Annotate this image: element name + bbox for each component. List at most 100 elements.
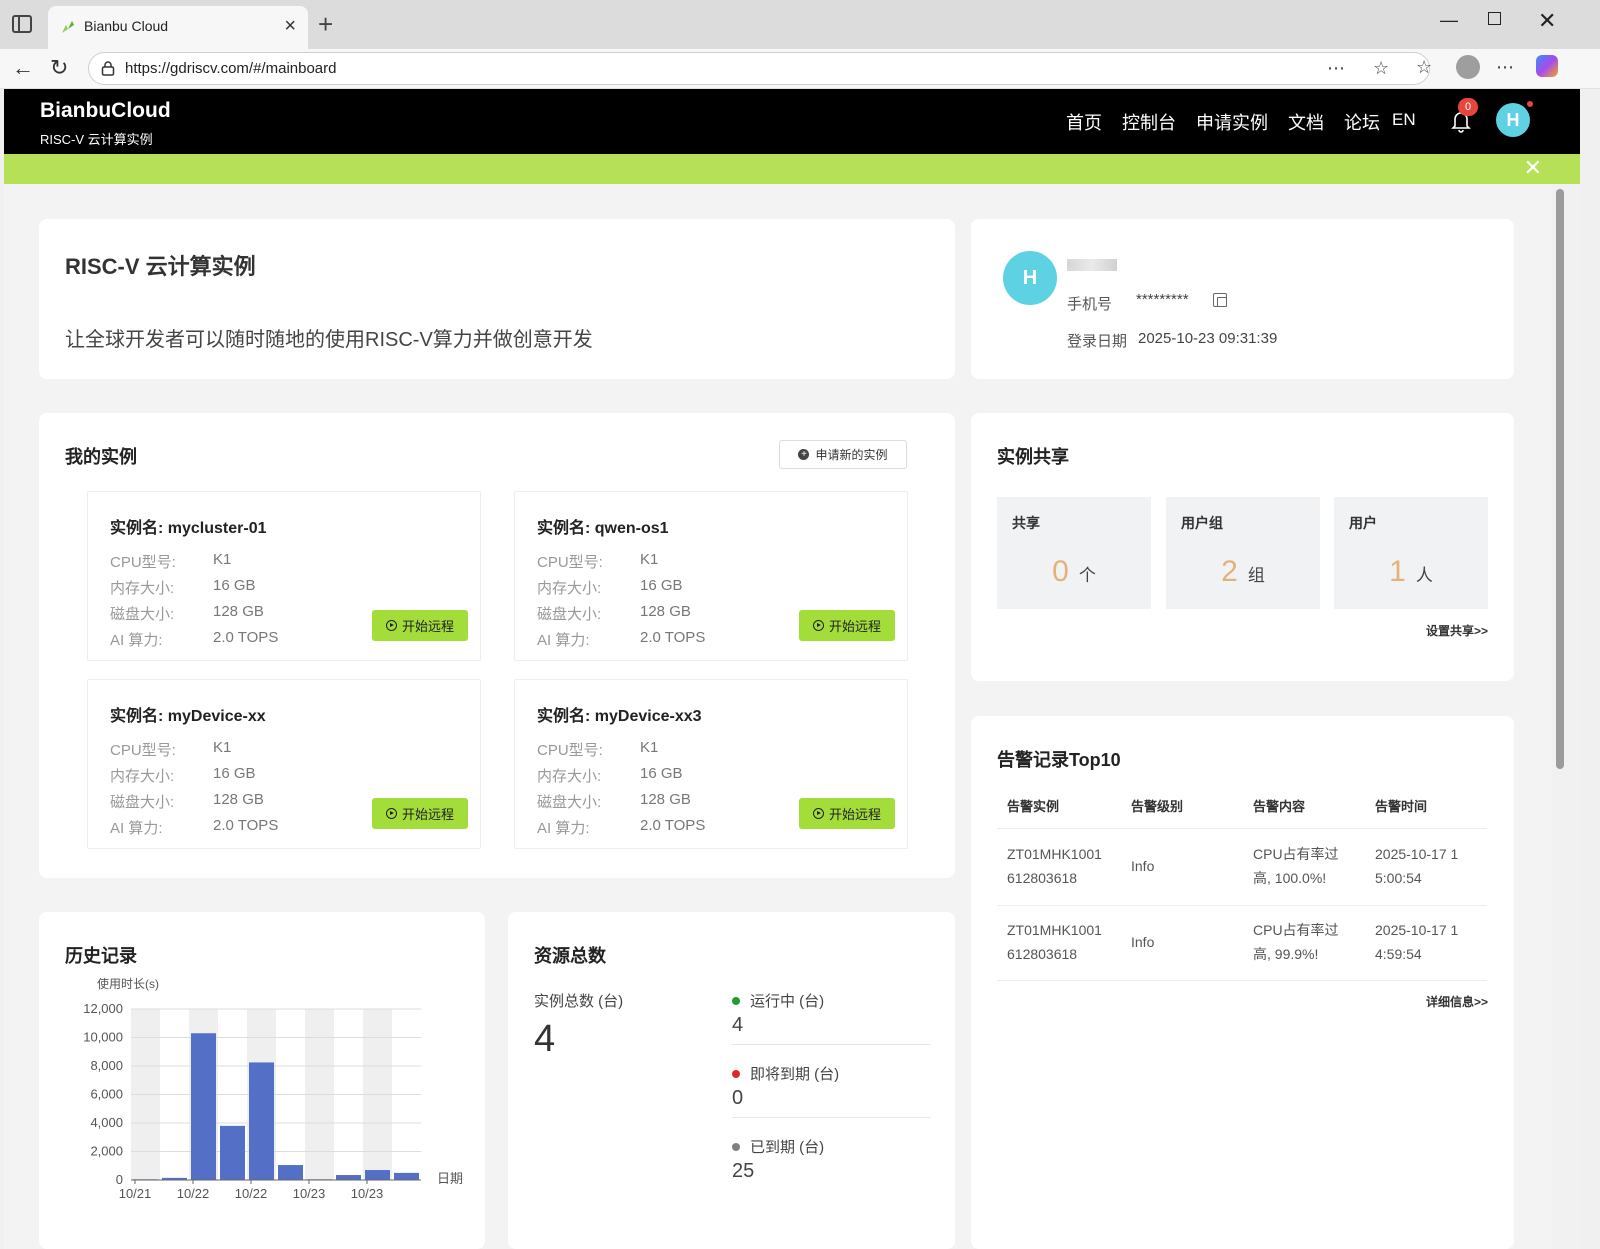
minimize-icon[interactable]: — xyxy=(1440,10,1458,31)
nav-home[interactable]: 首页 xyxy=(1066,109,1102,135)
alert-time-line: 4:59:54 xyxy=(1375,946,1422,962)
disk-label: 磁盘大小: xyxy=(537,606,602,623)
alert-details-link[interactable]: 详细信息>> xyxy=(1426,993,1488,1010)
browser-tab[interactable]: Bianbu Cloud × xyxy=(48,6,308,49)
url-field[interactable]: https://gdriscv.com/#/mainboard ⋯ ☆ xyxy=(88,52,1430,85)
alert-content-line: 高, 99.9%! xyxy=(1253,946,1319,962)
history-card: 历史记录 0 2,000 4,000 6,000 8,000 10,000 12,000 10… xyxy=(39,912,485,1249)
chart-bar xyxy=(220,1125,245,1180)
new-tab-icon[interactable]: + xyxy=(318,9,333,40)
tab-title: Bianbu Cloud xyxy=(84,18,169,34)
instance-card: 实例名: qwen-os1 CPU型号: K1 内存大小: 16 GB 磁盘大小… xyxy=(514,491,908,661)
y-tick-label: 0 xyxy=(116,1172,123,1187)
resource-divider xyxy=(732,1117,930,1118)
ai-power-value: 2.0 TOPS xyxy=(640,629,706,646)
reader-icon[interactable]: ⋯ xyxy=(1327,58,1345,79)
share-settings-link[interactable]: 设置共享>> xyxy=(1426,622,1488,639)
running-value: 4 xyxy=(732,1014,744,1036)
alert-instance-line: ZT01MHK1001 xyxy=(1007,922,1102,938)
page-scrollbar-thumb[interactable] xyxy=(1556,189,1564,769)
y-tick-label: 4,000 xyxy=(90,1115,123,1130)
start-remote-label: 开始远程 xyxy=(828,619,881,634)
banner-close-icon[interactable]: ✕ xyxy=(1524,155,1542,181)
user-group-label: 用户组 xyxy=(1181,515,1223,531)
running-label: 运行中 (台) xyxy=(750,993,825,1010)
user-count-value: 1 xyxy=(1389,555,1406,588)
intro-title: RISC-V 云计算实例 xyxy=(65,254,256,279)
chart-bar xyxy=(191,1033,216,1180)
instance-share-title: 实例共享 xyxy=(997,447,1069,467)
brand-logo[interactable]: BianbuCloud xyxy=(40,99,171,123)
site-viewport: BianbuCloud RISC-V 云计算实例 首页 控制台 申请实例 文档 … xyxy=(4,89,1580,1249)
chart-bar xyxy=(394,1172,419,1180)
alert-instance: ZT01MHK1001 612803618 xyxy=(1007,918,1102,966)
start-remote-button[interactable]: 开始远程 xyxy=(372,610,468,641)
alert-time-line: 5:00:54 xyxy=(1375,870,1422,886)
share-count-box[interactable]: 共享 0个 xyxy=(997,497,1151,609)
memory-value: 16 GB xyxy=(640,765,683,782)
start-remote-button[interactable]: 开始远程 xyxy=(372,798,468,829)
cpu-value: K1 xyxy=(213,739,232,756)
cpu-value: K1 xyxy=(213,551,232,568)
alert-level: Info xyxy=(1131,858,1155,874)
user-count-box[interactable]: 用户 1人 xyxy=(1334,497,1488,609)
copilot-icon[interactable] xyxy=(1536,55,1558,77)
alert-col-content: 告警内容 xyxy=(1253,799,1306,814)
login-date-label: 登录日期 xyxy=(1067,333,1128,350)
user-avatar[interactable]: H xyxy=(1496,103,1530,137)
nav-console[interactable]: 控制台 xyxy=(1122,109,1176,135)
alert-col-instance: 告警实例 xyxy=(1007,799,1060,814)
y-tick-label: 2,000 xyxy=(90,1144,123,1159)
back-icon[interactable]: ← xyxy=(12,55,34,81)
x-axis-title: 日期 xyxy=(437,1171,463,1186)
alert-content-line: CPU占有率过 xyxy=(1253,846,1339,862)
start-remote-button[interactable]: 开始远程 xyxy=(799,798,895,829)
user-group-box[interactable]: 用户组 2组 xyxy=(1166,497,1320,609)
user-group-value-row: 2组 xyxy=(1166,555,1320,589)
alert-instance-line: ZT01MHK1001 xyxy=(1007,846,1102,862)
x-tick-label: 10/22 xyxy=(177,1186,210,1201)
ai-power-label: AI 算力: xyxy=(537,820,590,837)
ai-power-label: AI 算力: xyxy=(110,632,163,649)
user-group-value: 2 xyxy=(1221,555,1238,588)
profile-card: H 手机号 ********* 登录日期 2025-10-23 09:31:39 xyxy=(971,219,1514,379)
instance-name: 实例名: qwen-os1 xyxy=(537,520,669,537)
user-count-unit: 人 xyxy=(1415,566,1433,585)
bianbu-favicon-icon xyxy=(62,21,74,33)
nav-apply-instance[interactable]: 申请实例 xyxy=(1196,109,1268,135)
y-tick-label: 12,000 xyxy=(83,1001,123,1016)
memory-label: 内存大小: xyxy=(110,768,175,785)
maximize-icon[interactable] xyxy=(1488,12,1501,25)
tab-close-icon[interactable]: × xyxy=(284,15,296,38)
copy-icon[interactable] xyxy=(1213,293,1227,307)
reload-icon[interactable]: ↻ xyxy=(50,55,68,81)
alert-time-line: 2025-10-17 1 xyxy=(1375,922,1459,938)
instance-name: 实例名: mycluster-01 xyxy=(110,520,267,537)
start-remote-button[interactable]: 开始远程 xyxy=(799,610,895,641)
start-remote-label: 开始远程 xyxy=(401,619,454,634)
user-count-value-row: 1人 xyxy=(1334,555,1488,589)
favorites-icon[interactable]: ☆ xyxy=(1416,57,1432,78)
ai-power-label: AI 算力: xyxy=(110,820,163,837)
y-tick-label: 6,000 xyxy=(90,1087,123,1102)
sidebar-toggle-icon[interactable] xyxy=(12,15,32,33)
apply-new-instance-button[interactable]: + 申请新的实例 xyxy=(779,440,907,469)
window-close-icon[interactable]: ✕ xyxy=(1538,8,1556,34)
alert-content: CPU占有率过 高, 100.0%! xyxy=(1253,842,1339,890)
profile-icon[interactable] xyxy=(1456,55,1480,79)
disk-value: 128 GB xyxy=(213,791,264,808)
nav-forum[interactable]: 论坛 xyxy=(1344,109,1380,135)
alert-content: CPU占有率过 高, 99.9%! xyxy=(1253,918,1339,966)
memory-label: 内存大小: xyxy=(110,580,175,597)
profile-avatar: H xyxy=(1003,251,1057,305)
address-bar-row: ← ↻ https://gdriscv.com/#/mainboard ⋯ ☆ … xyxy=(0,49,1600,89)
favorite-star-icon[interactable]: ☆ xyxy=(1373,58,1389,79)
language-switch[interactable]: EN xyxy=(1392,110,1416,130)
chart-bar xyxy=(249,1062,274,1180)
more-icon[interactable]: ⋯ xyxy=(1496,57,1514,78)
expired-value: 25 xyxy=(732,1160,755,1182)
expired-label-row: 已到期 (台) xyxy=(732,1136,824,1157)
nav-docs[interactable]: 文档 xyxy=(1288,109,1324,135)
cpu-value: K1 xyxy=(640,739,659,756)
instance-card: 实例名: myDevice-xx3 CPU型号: K1 内存大小: 16 GB … xyxy=(514,679,908,849)
